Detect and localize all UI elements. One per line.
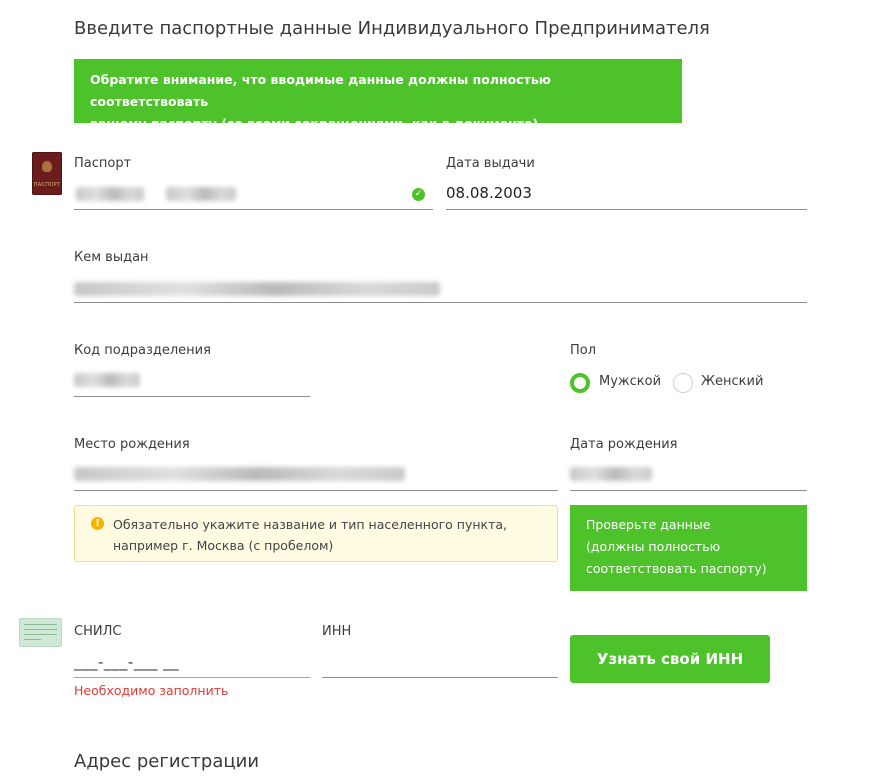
birth-date-value [570, 467, 652, 481]
verify-line-1: Проверьте данные [586, 517, 711, 532]
passport-icon: ПАСПОРТ [32, 152, 62, 195]
find-inn-button[interactable]: Узнать свой ИНН [570, 635, 770, 683]
verify-line-3: соответствовать паспорту) [586, 561, 767, 576]
division-code-label: Код подразделения [74, 343, 211, 358]
notice-banner: Обратите внимание, что вводимые данные д… [74, 59, 682, 131]
issue-date-input[interactable]: 08.08.2003 [446, 181, 807, 210]
radio-unselected-icon[interactable] [673, 373, 693, 393]
issue-date-label: Дата выдачи [446, 156, 535, 171]
verify-data-notice: Проверьте данные (должны полностью соотв… [570, 505, 807, 591]
exclamation-circle-icon: ! [91, 517, 104, 530]
gender-male-option[interactable]: Мужской [570, 372, 670, 393]
birth-place-value [74, 467, 405, 481]
gender-female-label: Женский [701, 374, 764, 389]
birth-place-input[interactable] [74, 461, 558, 491]
inn-label: ИНН [322, 624, 352, 639]
address-section-title: Адрес регистрации [74, 751, 260, 772]
radio-selected-icon[interactable] [570, 373, 590, 393]
birth-date-label: Дата рождения [570, 437, 678, 452]
inn-input[interactable] [322, 648, 558, 678]
gender-male-label: Мужской [599, 374, 662, 389]
issue-date-value: 08.08.2003 [446, 184, 532, 202]
birth-place-warning: ! Обязательно укажите название и тип нас… [74, 505, 558, 562]
issued-by-label: Кем выдан [74, 250, 149, 265]
snils-card-icon [19, 618, 62, 647]
passport-number-value [166, 187, 236, 201]
passport-label: Паспорт [74, 156, 132, 171]
issued-by-value [74, 282, 440, 296]
birth-place-label: Место рождения [74, 437, 190, 452]
passport-series-value [76, 187, 144, 201]
passport-input[interactable] [74, 181, 433, 210]
snils-mask: ___-___-___ __ [74, 653, 180, 671]
passport-icon-text: ПАСПОРТ [33, 182, 61, 188]
notice-line-2: вашему паспорту (со всеми сокращениями, … [90, 116, 539, 131]
gender-label: Пол [570, 343, 597, 358]
check-circle-icon: ✓ [412, 188, 425, 201]
issued-by-input[interactable] [74, 274, 807, 303]
warning-line-1: Обязательно укажите название и тип насел… [113, 517, 508, 532]
division-code-input[interactable] [74, 367, 310, 397]
page-title: Введите паспортные данные Индивидуальног… [74, 18, 710, 39]
warning-line-2: например г. Москва (с пробелом) [113, 538, 334, 553]
verify-line-2: (должны полностью [586, 539, 721, 554]
snils-error: Необходимо заполнить [74, 683, 229, 698]
snils-input[interactable]: ___-___-___ __ [74, 648, 310, 678]
notice-line-1: Обратите внимание, что вводимые данные д… [90, 72, 551, 109]
birth-date-input[interactable] [570, 461, 807, 491]
snils-label: СНИЛС [74, 624, 122, 639]
gender-female-option[interactable]: Женский [673, 372, 773, 393]
division-code-value [74, 373, 140, 387]
emblem-icon [42, 161, 52, 172]
